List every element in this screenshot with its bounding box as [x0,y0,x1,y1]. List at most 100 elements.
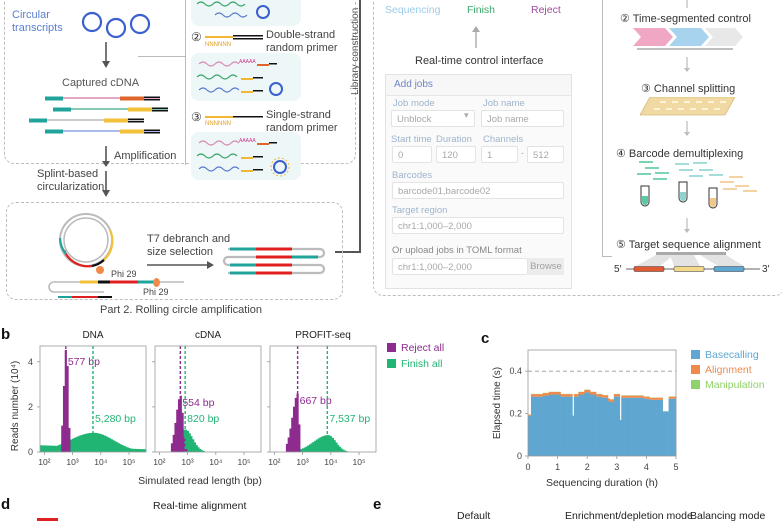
alignment-segment [566,394,571,397]
channels-label: Channels [483,134,523,145]
y-tick-label: 0 [517,451,522,461]
alignment-segment [596,394,602,397]
legend-swatch [387,359,396,368]
legend-label: Reject all [401,342,444,354]
toml-file-input[interactable]: chr1:1,000–2,000 [392,258,528,275]
legend-label: Finish all [401,358,442,370]
alignment-segment [638,396,644,398]
n-sequence-label: NNNNNN [205,121,231,127]
start-time-label: Start time [391,134,432,145]
legend-label: Manipulation [705,379,765,391]
y-tick-label: 0.2 [509,409,522,419]
alignment-segment [649,398,655,400]
y-tick-label: 0.4 [509,366,522,376]
x-tick-label: 10⁵ [123,457,136,467]
captured-cdna-label: Captured cDNA [62,77,139,89]
job-name-input[interactable]: Job name [481,110,564,127]
basecalling-segment [621,398,626,456]
basecalling-segment [609,402,614,456]
x-tick-label: 0 [525,462,530,472]
arrow-up-icon [471,26,481,48]
transcript-circle [83,13,101,31]
legend-label: Alignment [705,364,752,376]
target-region-label: Target region [392,205,447,216]
legend-swatch [691,365,700,374]
reject-median-label: 554 bp [182,397,214,409]
phi29-enzyme-icon [96,266,104,274]
primer1-illustration [195,0,275,22]
x-tick-label: 10³ [66,457,78,467]
finish-median-label: 7,537 bp [329,413,370,425]
finish-median-label: 820 bp [187,413,219,425]
legend-swatch [691,350,700,359]
basecalling-segment [584,392,590,456]
amplification-label: Amplification [114,150,176,162]
chart-title: DNA [82,330,103,341]
read-length-histograms: DNA577 bp5,280 bp10²10³10⁴10⁵024cDNA554 … [0,326,470,494]
alignment-segment [614,394,619,397]
debranched-product-illustration [220,245,330,285]
start-time-input[interactable]: 0 [392,146,432,163]
reject-median-label: 577 bp [68,356,100,368]
basecalling-segment [602,398,608,456]
finish-median-label: 5,280 bp [95,413,136,425]
job-mode-select[interactable]: Unblock [391,110,475,127]
state-sequencing: Sequencing [385,4,440,16]
panel-letter-e: e [373,496,381,513]
alignment-segment [531,394,537,397]
three-prime-label: 3′ [762,264,769,275]
basecalling-segment [566,397,571,456]
primer3-number: ③ [191,110,202,124]
target-alignment-illustration [614,252,774,276]
alignment-segment [626,396,632,398]
basecalling-segment [632,398,638,456]
panel-e-col-balancing: Balancing mode [690,510,765,522]
cdna-strand [53,108,168,112]
x-axis-label: Sequencing duration (h) [546,477,658,489]
arrow-right-icon [147,260,215,270]
state-finish: Finish [467,4,495,16]
alignment-segment [555,392,561,395]
x-tick-label: 10⁵ [238,457,251,467]
channel-to-input[interactable]: 512 [527,146,564,163]
panel-letter-d: d [1,496,10,513]
barcodes-input[interactable]: barcode01,barcode02 [392,182,564,199]
polya-label: AAAAA [239,59,256,65]
y-axis-label: Reads number (10⁴) [10,361,21,451]
x-tick-label: 1 [555,462,560,472]
splint-circularization-label: Splint-based circularization [37,168,104,194]
channel-from-input[interactable]: 1 [481,146,518,163]
panel-e-col-default: Default [457,510,490,522]
legend-label: Basecalling [705,349,759,361]
cdna-strand [29,119,144,123]
duration-label: Duration [436,134,472,145]
legend-swatch [691,380,700,389]
target-region-input[interactable]: chr1:1,000–2,000 [392,217,564,234]
basecalling-segment [669,399,674,456]
step5-title: ⑤ Target sequence alignment [616,238,761,251]
job-name-label: Job name [483,98,525,109]
basecalling-segment [561,397,567,456]
primer2-number: ② [191,30,202,44]
circular-transcripts-label: Circular transcripts [12,9,63,35]
add-jobs-header-label: Add jobs [394,79,433,90]
panel-e-col-enrichment: Enrichment/depletion mode [565,510,693,522]
t7-debranch-label: T7 debranch and size selection [147,233,230,259]
basecalling-segment [537,397,543,456]
alignment-segment [669,397,674,399]
duration-input[interactable]: 120 [436,146,476,163]
primer3-illustration: AAAAA [195,135,305,179]
x-tick-label: 10⁴ [324,457,337,467]
x-tick-label: 2 [585,462,590,472]
x-tick-label: 10³ [296,457,308,467]
alignment-segment [643,397,649,399]
alignment-segment [584,390,590,393]
captured-cdna-strands [25,92,175,142]
y-tick-label: 4 [28,357,33,367]
browse-button[interactable]: Browse [528,258,564,275]
elapsed-time-chart: 01234500.20.4Elapsed time (s)Sequencing … [480,330,782,500]
alignment-segment [561,394,567,397]
chevron-down-icon: ▾ [464,110,469,121]
five-prime-label: 5′ [614,264,621,275]
basecalling-segment [549,395,555,456]
